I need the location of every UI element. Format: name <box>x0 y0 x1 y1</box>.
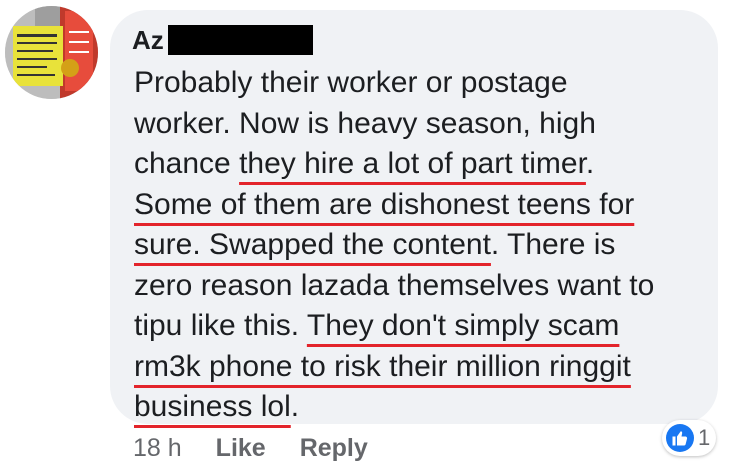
underlined-text: business lol <box>134 390 291 423</box>
comment-line: business lol. <box>134 387 714 428</box>
comment-header: Az <box>132 24 313 56</box>
text-run: tipu like this. <box>134 309 307 342</box>
thumbs-up-icon <box>666 424 694 452</box>
text-run: Probably their worker or postage <box>134 66 568 99</box>
comment-line: worker. Now is heavy season, high <box>134 104 714 145</box>
comment-line: Some of them are dishonest teens for <box>134 185 714 226</box>
like-button[interactable]: Like <box>216 434 266 463</box>
underlined-text: rm3k phone to risk their million ringgit <box>134 349 631 383</box>
comment-line: rm3k phone to risk their million ringgit <box>134 347 714 388</box>
redaction-bar <box>167 25 313 55</box>
underlined-text: sure. Swapped the content <box>134 228 491 261</box>
reaction-count: 1 <box>698 425 711 450</box>
timestamp[interactable]: 18 h <box>133 434 182 463</box>
reply-button[interactable]: Reply <box>300 434 368 463</box>
underlined-text: Some of them are dishonest teens for <box>134 187 635 221</box>
avatar-image <box>5 6 98 99</box>
text-run: . There is <box>490 228 616 261</box>
comment-line: sure. Swapped the content. There is <box>134 225 714 266</box>
comment-actions: 18 h Like Reply <box>133 430 402 466</box>
comment-line: tipu like this. They don't simply scam <box>134 306 714 347</box>
comment-line: Probably their worker or postage <box>134 63 714 104</box>
comment-bubble: Az Probably their worker or postage work… <box>110 10 718 424</box>
author-name[interactable]: Az <box>132 25 164 55</box>
comment-line: chance they hire a lot of part timer. <box>134 144 714 185</box>
text-run: worker. Now is heavy season, high <box>134 106 596 140</box>
text-run: . <box>290 390 300 423</box>
text-run: . <box>585 147 595 180</box>
comment-line: zero reason lazada themselves want to <box>134 266 714 307</box>
text-run: zero reason lazada themselves want to <box>134 268 655 302</box>
comment-text: Probably their worker or postage worker.… <box>134 63 714 428</box>
reaction-summary[interactable]: 1 <box>662 420 717 456</box>
avatar[interactable] <box>5 6 98 99</box>
underlined-text: They don't simply scam <box>306 309 620 342</box>
underlined-text: they hire a lot of part timer <box>239 147 586 180</box>
text-run: chance <box>134 147 240 180</box>
